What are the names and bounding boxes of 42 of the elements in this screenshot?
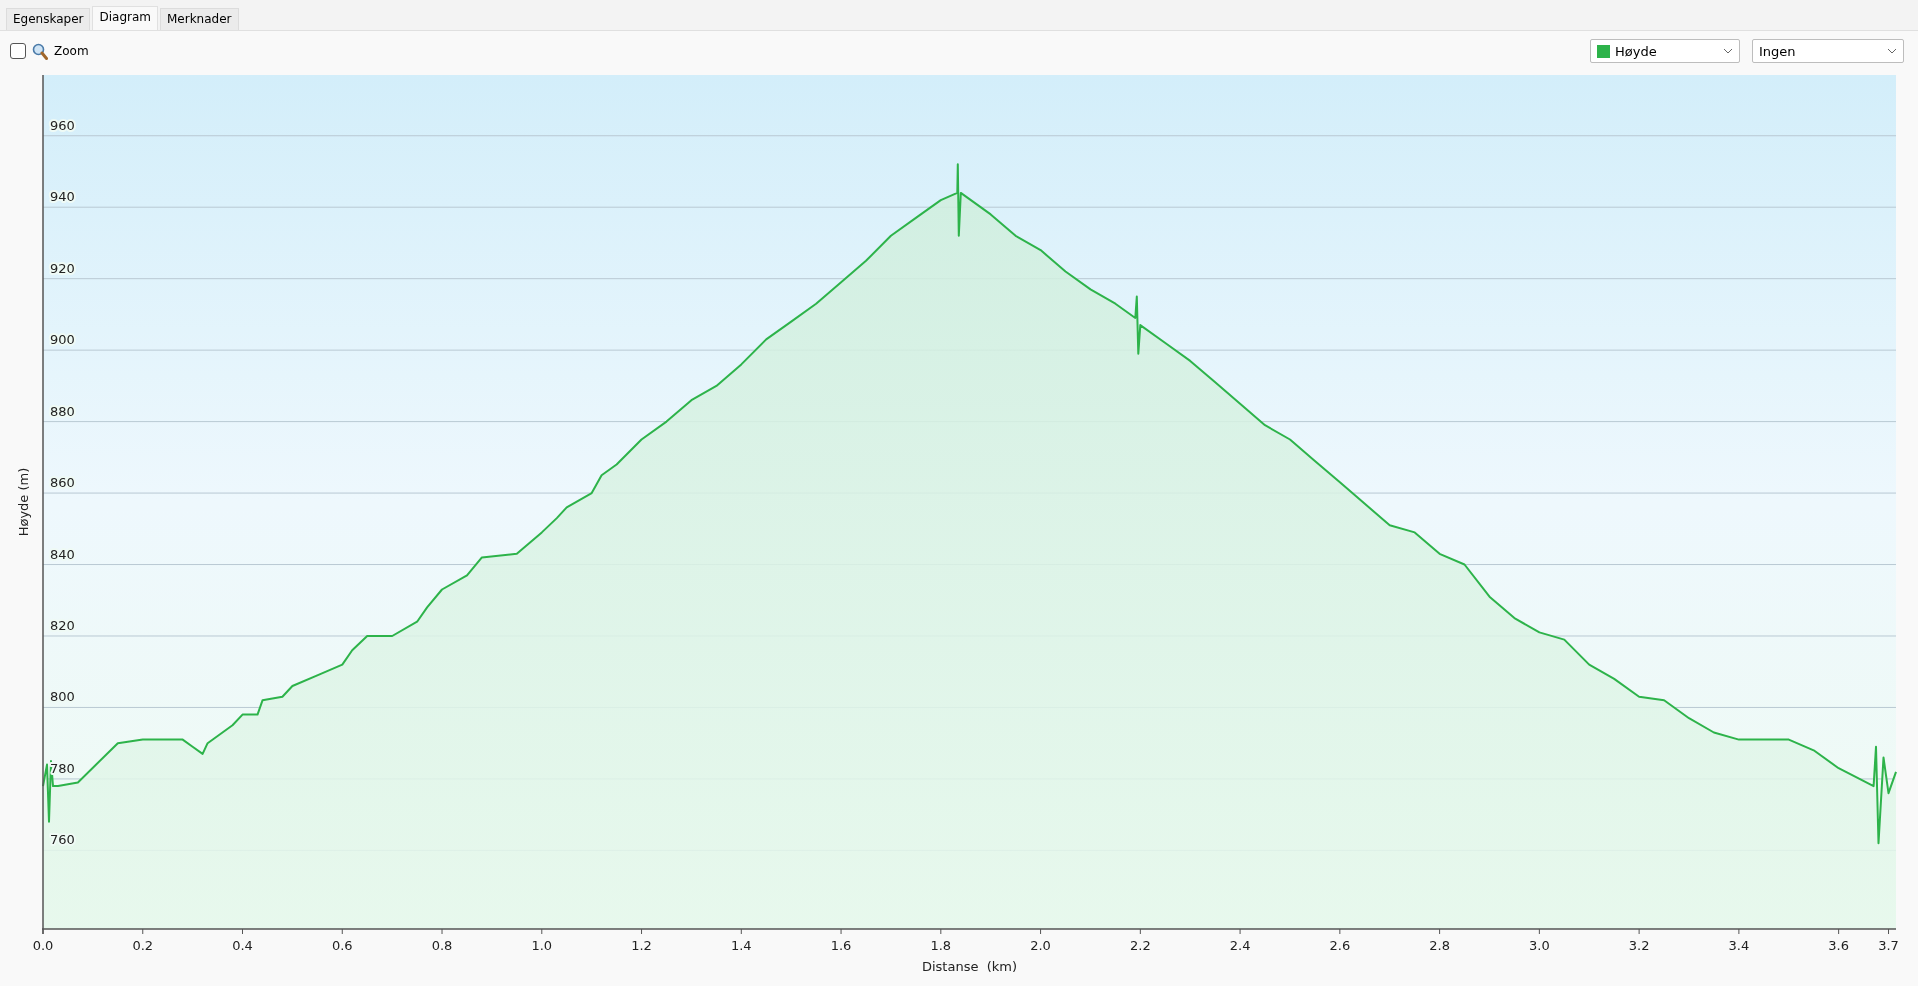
x-tick-label: 1.2 — [631, 938, 652, 953]
x-tick-label: 2.4 — [1229, 938, 1251, 953]
x-tick-label: 0.6 — [331, 938, 353, 953]
x-tick-label: 2.2 — [1130, 938, 1151, 953]
y-tick-label: 820 — [50, 618, 75, 633]
x-tick-label: 1.6 — [830, 938, 852, 953]
x-tick-label: 2.0 — [1030, 938, 1051, 953]
x-tick-label: 3.2 — [1628, 938, 1650, 953]
zoom-checkbox[interactable] — [10, 43, 26, 59]
tab[interactable]: Diagram — [92, 6, 158, 30]
y-tick-label: 900 — [50, 332, 75, 348]
dropdown[interactable]: Ingen — [1752, 39, 1904, 63]
magnifier-icon — [32, 42, 48, 60]
tab[interactable]: Egenskaper — [6, 8, 91, 30]
chevron-down-icon — [1723, 48, 1733, 54]
y-tick-label: 920 — [50, 260, 75, 276]
x-tick-label: 3.7 — [1878, 938, 1899, 953]
y-tick-label: 760 — [50, 832, 75, 848]
chevron-down-icon — [1887, 48, 1897, 54]
tab[interactable]: Merknader — [160, 8, 239, 30]
x-tick-label: 0.0 — [32, 938, 54, 953]
x-axis-title: Distanse (km) — [921, 959, 1018, 974]
x-tick-label: 1.0 — [531, 938, 553, 953]
x-tick-label: 0.8 — [431, 938, 453, 953]
x-tick-label: 0.2 — [132, 938, 154, 953]
x-tick-label: 1.8 — [930, 938, 952, 953]
x-tick-label: 2.8 — [1429, 938, 1450, 953]
dropdown[interactable]: Høyde — [1590, 39, 1740, 63]
y-tick-label: 840 — [50, 546, 75, 562]
zoom-label: Zoom — [54, 44, 89, 58]
y-tick-label: 860 — [50, 475, 75, 491]
y-tick-label: 940 — [50, 189, 75, 205]
x-tick-label: 1.4 — [730, 938, 752, 953]
x-tick-label: 3.0 — [1529, 938, 1550, 953]
x-tick-label: 3.4 — [1728, 938, 1750, 953]
y-tick-label: 800 — [50, 689, 75, 705]
y-axis-title: Høyde (m) — [16, 467, 31, 537]
y-tick-label: 880 — [50, 403, 75, 419]
y-tick-label: 960 — [50, 117, 75, 133]
x-tick-label: 2.6 — [1329, 938, 1351, 953]
x-tick-label: 3.6 — [1828, 938, 1849, 953]
x-tick-label: 0.4 — [232, 938, 253, 953]
